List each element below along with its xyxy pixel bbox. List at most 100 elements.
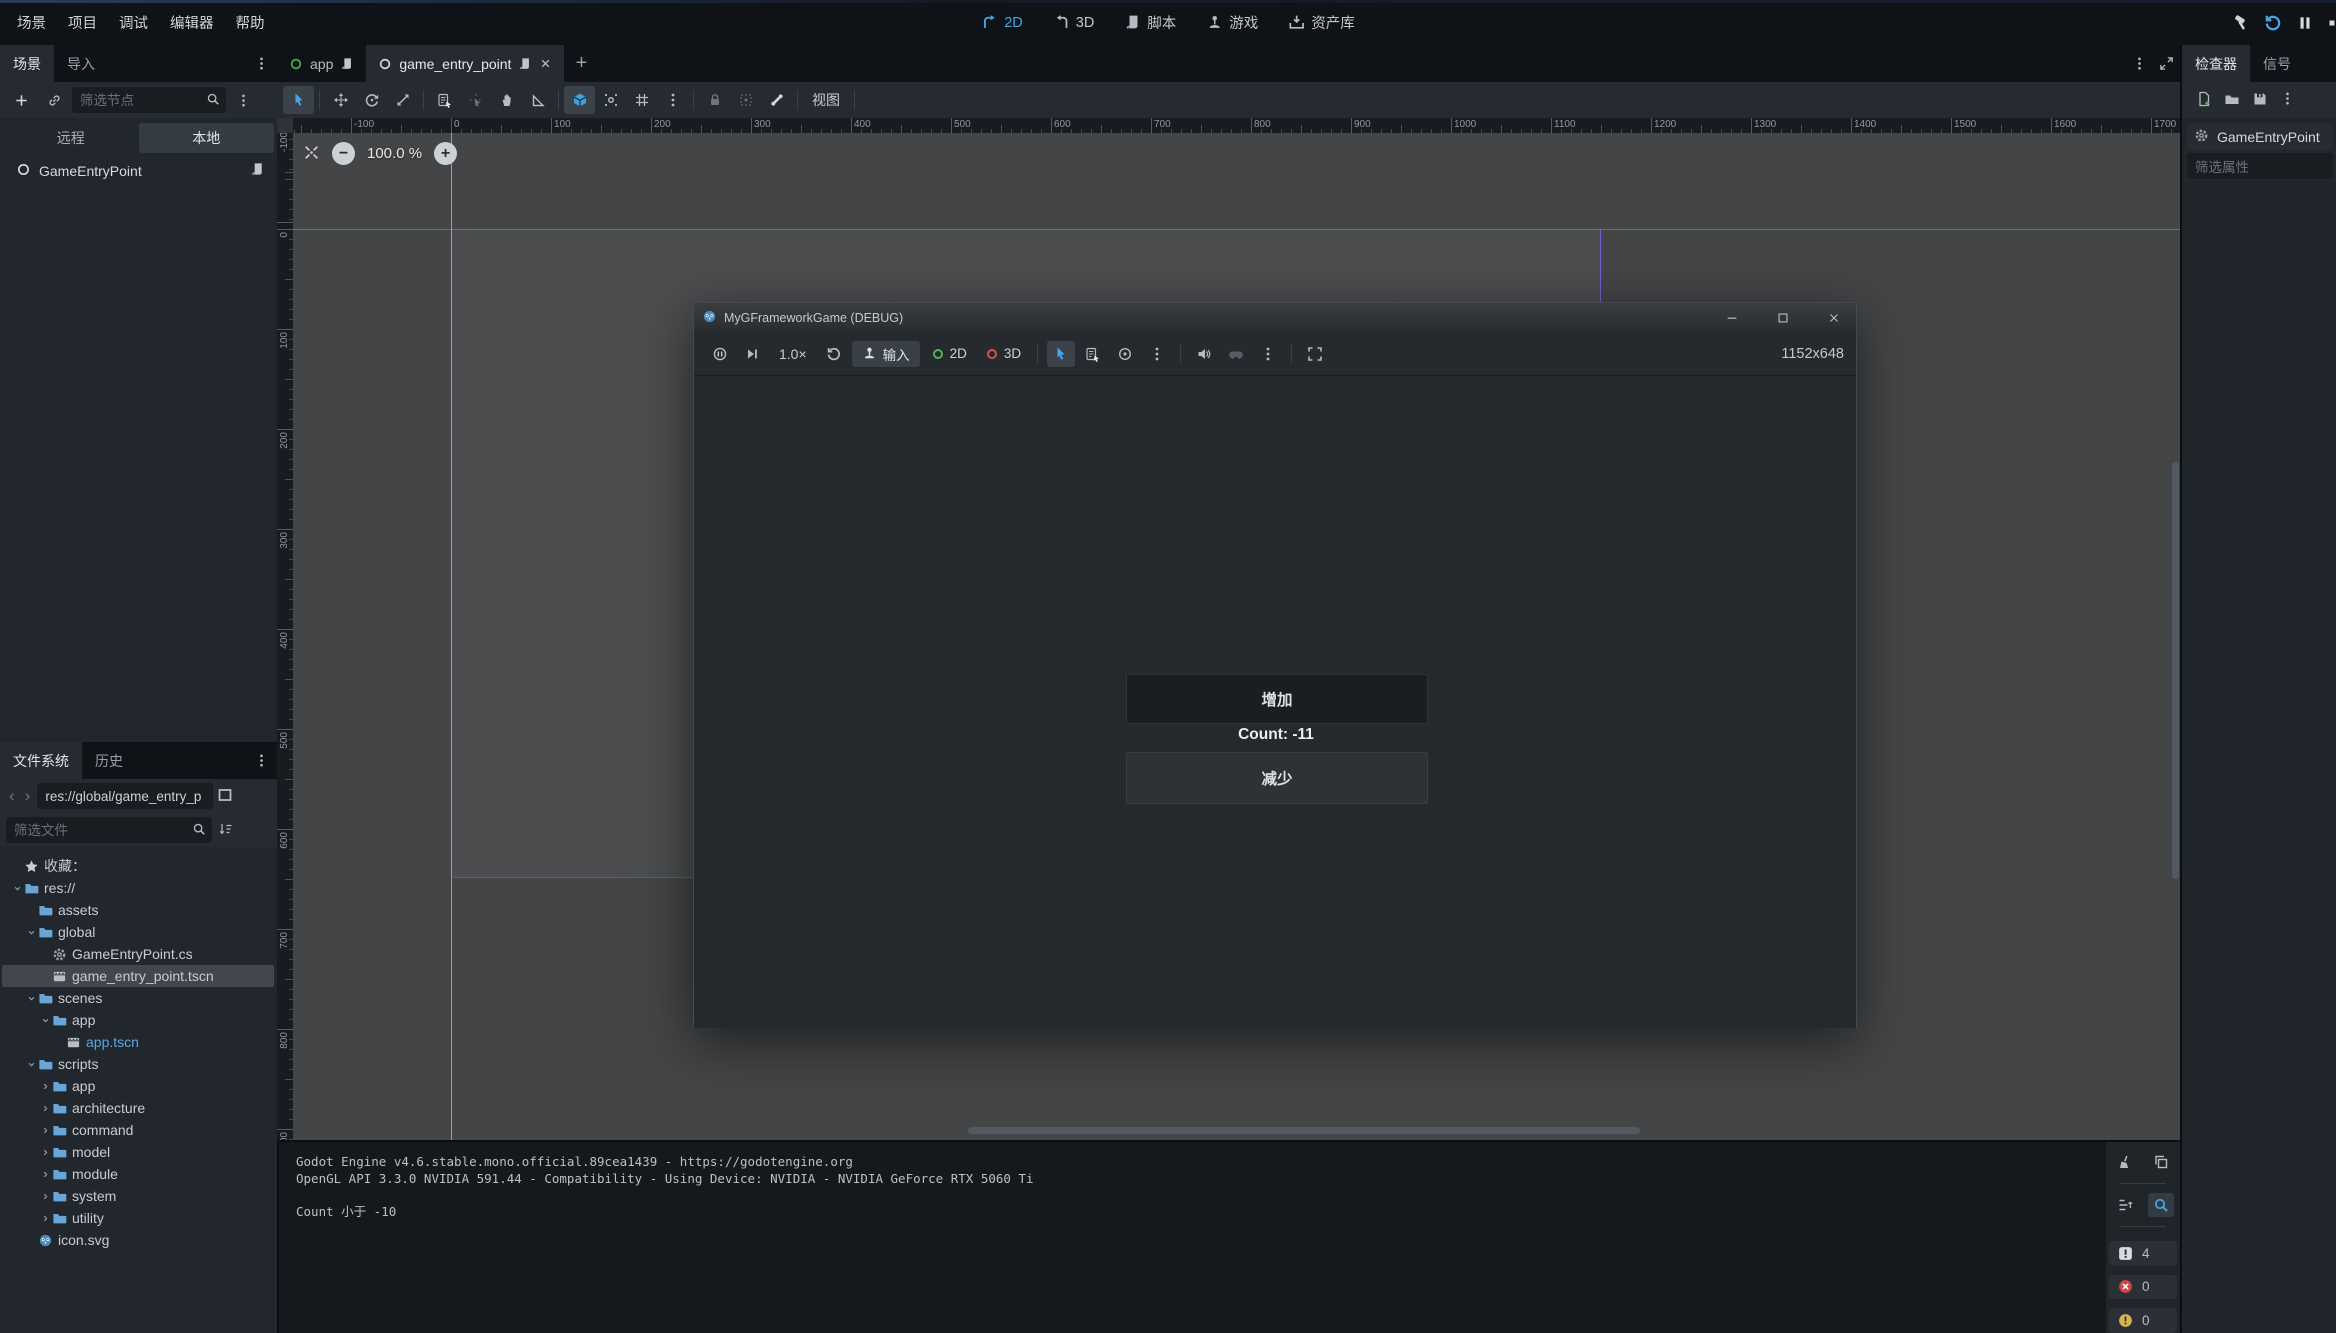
fs-item-app.tscn[interactable]: app.tscn bbox=[0, 1031, 277, 1053]
nav-back-icon[interactable]: ‹ bbox=[6, 786, 18, 806]
speed[interactable]: 1.0× bbox=[770, 346, 816, 362]
tab-inspector[interactable]: 检查器 bbox=[2182, 45, 2250, 82]
workspace-game[interactable]: 游戏 bbox=[1206, 12, 1258, 33]
move-tool[interactable] bbox=[325, 86, 356, 114]
fs-item-收藏：[interactable]: 收藏： bbox=[0, 855, 277, 877]
more-vdots[interactable] bbox=[1254, 341, 1282, 367]
tree-arrow-closed-icon[interactable] bbox=[38, 1147, 52, 1158]
pixel-snap-tool[interactable] bbox=[460, 86, 491, 114]
gamepad-icon[interactable] bbox=[1222, 341, 1250, 367]
restart-icon[interactable] bbox=[2264, 14, 2282, 32]
game-window-titlebar[interactable]: MyGFrameworkGame (DEBUG) bbox=[694, 303, 1856, 332]
fs-item-assets[interactable]: assets bbox=[0, 899, 277, 921]
panel-menu-icon[interactable] bbox=[2132, 56, 2147, 71]
fs-item-app[interactable]: app bbox=[0, 1075, 277, 1097]
tab-import[interactable]: 导入 bbox=[54, 45, 108, 82]
vertical-scrollbar[interactable] bbox=[2172, 462, 2179, 879]
tree-arrow-closed-icon[interactable] bbox=[38, 1191, 52, 1202]
save-resource-icon[interactable] bbox=[2252, 91, 2268, 110]
message-badge-filter[interactable]: 4 bbox=[2109, 1241, 2177, 1266]
path-field[interactable] bbox=[37, 783, 213, 809]
lock-icon[interactable] bbox=[699, 86, 730, 114]
nav-forward-icon[interactable]: › bbox=[22, 786, 34, 806]
list-select-tool[interactable] bbox=[429, 86, 460, 114]
inspected-node[interactable]: GameEntryPoint bbox=[2187, 123, 2333, 150]
fs-item-app[interactable]: app bbox=[0, 1009, 277, 1031]
new-scene-tab-button[interactable]: + bbox=[564, 45, 598, 82]
workspace-2d[interactable]: 2D bbox=[981, 14, 1023, 31]
horizontal-scrollbar[interactable] bbox=[968, 1127, 1640, 1134]
resource-menu-icon[interactable] bbox=[2280, 91, 2295, 109]
bone-icon[interactable] bbox=[761, 86, 792, 114]
close-icon[interactable] bbox=[539, 57, 552, 70]
close-icon[interactable] bbox=[1812, 303, 1856, 332]
fs-item-system[interactable]: system bbox=[0, 1185, 277, 1207]
grid-snap-tool[interactable] bbox=[626, 86, 657, 114]
warning-badge-filter[interactable]: 0 bbox=[2109, 1308, 2177, 1333]
script-icon[interactable] bbox=[250, 162, 265, 180]
build-hammer-icon[interactable] bbox=[2232, 14, 2250, 32]
scene-tree-menu-button[interactable] bbox=[228, 86, 259, 114]
error-badge-filter[interactable]: 0 bbox=[2109, 1275, 2177, 1300]
fs-item-module[interactable]: module bbox=[0, 1163, 277, 1185]
sort-icon[interactable] bbox=[218, 821, 234, 840]
tree-arrow-closed-icon[interactable] bbox=[38, 1081, 52, 1092]
workspace-assetlib[interactable]: 资产库 bbox=[1288, 12, 1355, 33]
script-icon[interactable] bbox=[340, 57, 354, 71]
tree-arrow-open-icon[interactable] bbox=[24, 993, 38, 1004]
scene-tab-app[interactable]: app bbox=[277, 45, 366, 82]
load-resource-icon[interactable] bbox=[2224, 91, 2240, 110]
menu-scene[interactable]: 场景 bbox=[6, 8, 57, 37]
pause-icon[interactable] bbox=[2296, 14, 2314, 32]
zoom-level[interactable]: 100.0 % bbox=[367, 145, 422, 162]
filter-nodes-input[interactable] bbox=[72, 87, 226, 113]
toggle-2D[interactable]: 2D bbox=[924, 346, 974, 361]
increase-button[interactable]: 增加 bbox=[1126, 674, 1428, 724]
dock-menu-icon[interactable] bbox=[254, 753, 269, 768]
clear-output-icon[interactable] bbox=[2112, 1150, 2138, 1174]
decrease-button[interactable]: 减少 bbox=[1126, 752, 1428, 804]
more-vdots[interactable] bbox=[1143, 341, 1171, 367]
fs-item-icon.svg[interactable]: icon.svg bbox=[0, 1229, 277, 1251]
tab-filesystem[interactable]: 文件系统 bbox=[0, 742, 82, 779]
add-node-button[interactable] bbox=[6, 86, 37, 114]
next-frame-icon[interactable] bbox=[738, 341, 766, 367]
zoom-out-button[interactable]: − bbox=[332, 142, 355, 165]
tab-history[interactable]: 历史 bbox=[82, 742, 136, 779]
smart-snap-toggle[interactable] bbox=[564, 86, 595, 114]
copy-output-icon[interactable] bbox=[2148, 1150, 2174, 1174]
remote-button[interactable]: 远程 bbox=[3, 123, 139, 153]
fs-item-GameEntryPoint.cs[interactable]: GameEntryPoint.cs bbox=[0, 943, 277, 965]
joystick-button[interactable]: 输入 bbox=[852, 341, 920, 367]
script-icon[interactable] bbox=[518, 57, 532, 71]
menu-editor[interactable]: 编辑器 bbox=[159, 8, 225, 37]
tree-arrow-open-icon[interactable] bbox=[10, 883, 24, 894]
tree-arrow-open-icon[interactable] bbox=[24, 927, 38, 938]
instantiate-scene-button[interactable] bbox=[39, 86, 70, 114]
filter-properties-input[interactable]: 筛选属性 bbox=[2187, 153, 2333, 179]
group-icon[interactable] bbox=[730, 86, 761, 114]
center-view-icon[interactable] bbox=[303, 144, 320, 164]
ruler-tool[interactable] bbox=[522, 86, 553, 114]
fs-item-scenes[interactable]: scenes bbox=[0, 987, 277, 1009]
pan-tool[interactable] bbox=[491, 86, 522, 114]
list-select-tool[interactable] bbox=[1079, 341, 1107, 367]
scene-tree-root-node[interactable]: GameEntryPoint bbox=[0, 158, 277, 184]
fs-item-command[interactable]: command bbox=[0, 1119, 277, 1141]
stop-icon[interactable] bbox=[2328, 14, 2336, 32]
dock-menu-icon[interactable] bbox=[254, 56, 269, 71]
tree-arrow-closed-icon[interactable] bbox=[38, 1125, 52, 1136]
speaker-icon[interactable] bbox=[1190, 341, 1218, 367]
menu-help[interactable]: 帮助 bbox=[225, 8, 276, 37]
fs-item-game_entry_point.tscn[interactable]: game_entry_point.tscn bbox=[0, 965, 277, 987]
select-tool[interactable] bbox=[1047, 341, 1075, 367]
menu-project[interactable]: 项目 bbox=[57, 8, 108, 37]
camera-override-icon[interactable] bbox=[1111, 341, 1139, 367]
fs-item-scripts[interactable]: scripts bbox=[0, 1053, 277, 1075]
workspace-script[interactable]: 脚本 bbox=[1124, 12, 1176, 33]
minimize-icon[interactable] bbox=[1710, 303, 1754, 332]
zoom-in-button[interactable]: + bbox=[434, 142, 457, 165]
local-button[interactable]: 本地 bbox=[139, 123, 275, 153]
search-output-icon[interactable] bbox=[2148, 1193, 2174, 1217]
filter-files-input[interactable] bbox=[6, 817, 212, 843]
